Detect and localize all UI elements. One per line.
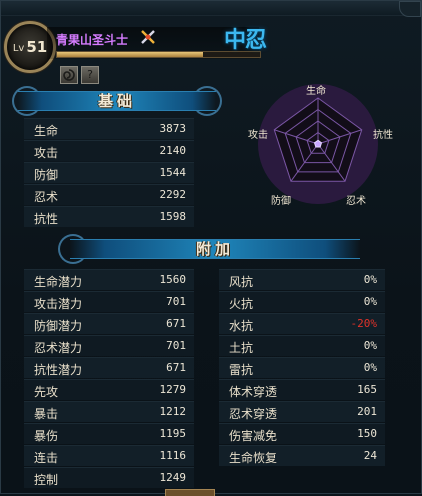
stat-row: 生命 3873 [24, 118, 194, 139]
stat-value: 701 [166, 339, 186, 352]
extra-left-stats-table: 生命潜力 1560 攻击潜力 701 防御潜力 671 忍术潜力 701 抗性潜力 671 先攻 12… [24, 269, 194, 489]
radar-axis-label: 忍术 [346, 196, 366, 207]
stat-label: 攻击 [34, 146, 59, 160]
stat-label: 生命 [34, 124, 59, 138]
stat-value: 671 [166, 361, 186, 374]
stat-row: 生命恢复 24 [219, 445, 385, 466]
stat-value: 1249 [159, 471, 187, 484]
stat-value: 3873 [159, 122, 187, 135]
stat-row: 连击 1116 [24, 445, 194, 466]
stat-label: 火抗 [229, 297, 254, 311]
stat-row: 攻击潜力 701 [24, 291, 194, 312]
stat-value: 2140 [159, 144, 187, 157]
stat-label: 攻击潜力 [34, 297, 83, 311]
stat-label: 忍术潜力 [34, 341, 83, 355]
stat-value: 0% [363, 273, 377, 286]
stat-label: 体术穿透 [229, 385, 278, 399]
level-value: 51 [26, 38, 48, 56]
stat-row: 抗性 1598 [24, 206, 194, 227]
extra-section-header: 附加 [58, 234, 360, 264]
stat-value: -20% [350, 317, 378, 330]
stat-row: 风抗 0% [219, 269, 385, 290]
stat-row: 防御潜力 671 [24, 313, 194, 334]
stat-value: 1279 [159, 383, 187, 396]
stat-value: 1195 [159, 427, 187, 440]
stat-label: 风抗 [229, 275, 254, 289]
radar-axis-label: 抗性 [373, 130, 393, 141]
experience-bar-fill [57, 52, 204, 57]
panel-corner [399, 1, 421, 17]
level-label: Lv [12, 43, 25, 54]
stat-row: 生命潜力 1560 [24, 269, 194, 290]
stat-label: 抗性 [34, 212, 59, 226]
stat-row: 土抗 0% [219, 335, 385, 356]
stat-label: 控制 [34, 473, 59, 487]
rank-title: 中忍 [224, 27, 267, 53]
stat-row: 忍术潜力 701 [24, 335, 194, 356]
stat-label: 生命恢复 [229, 451, 278, 465]
stat-value: 1560 [159, 273, 187, 286]
stat-value: 24 [363, 449, 377, 462]
stat-row: 水抗 -20% [219, 313, 385, 334]
stat-label: 暴击 [34, 407, 59, 421]
stat-value: 0% [363, 295, 377, 308]
attribute-radar [240, 80, 410, 208]
stat-value: 0% [363, 361, 377, 374]
character-name: 青果山圣斗士 [56, 33, 129, 47]
stat-label: 连击 [34, 451, 59, 465]
stat-row: 火抗 0% [219, 291, 385, 312]
stat-row: 攻击 2140 [24, 140, 194, 161]
stat-row: 暴伤 1195 [24, 423, 194, 444]
stat-label: 雷抗 [229, 363, 254, 377]
stat-row: 先攻 1279 [24, 379, 194, 400]
stat-label: 忍术穿透 [229, 407, 278, 421]
stat-label: 防御潜力 [34, 319, 83, 333]
bottom-tab[interactable] [165, 489, 215, 496]
stat-label: 伤害减免 [229, 429, 278, 443]
stat-label: 生命潜力 [34, 275, 83, 289]
stat-row: 暴击 1212 [24, 401, 194, 422]
radar-chart [258, 84, 378, 204]
stat-value: 150 [357, 427, 377, 440]
stat-value: 1116 [159, 449, 187, 462]
swirl-icon[interactable] [60, 66, 78, 84]
radar-axis-label: 防御 [271, 196, 291, 207]
basic-stats-table: 生命 3873 攻击 2140 防御 1544 忍术 2292 抗性 1598 [24, 118, 194, 228]
stat-label: 忍术 [34, 190, 59, 204]
crossed-swords-icon [141, 30, 155, 44]
stat-row: 抗性潜力 671 [24, 357, 194, 378]
stat-value: 701 [166, 295, 186, 308]
stat-label: 先攻 [34, 385, 59, 399]
extra-section-title: 附加 [195, 240, 234, 258]
stat-label: 抗性潜力 [34, 363, 83, 377]
stat-value: 165 [357, 383, 377, 396]
stat-value: 1212 [159, 405, 187, 418]
extra-right-stats-table: 风抗 0% 火抗 0% 水抗 -20% 土抗 0% 雷抗 0% 体术穿透 165 忍术穿透 201 伤害减免… [219, 269, 385, 467]
stat-row: 体术穿透 165 [219, 379, 385, 400]
stat-value: 671 [166, 317, 186, 330]
stat-row: 忍术穿透 201 [219, 401, 385, 422]
stat-row: 忍术 2292 [24, 184, 194, 205]
stat-label: 暴伤 [34, 429, 59, 443]
stat-row: 防御 1544 [24, 162, 194, 183]
radar-axis-label: 攻击 [248, 130, 268, 141]
help-scroll-icon[interactable]: ? [81, 66, 99, 84]
stat-value: 1598 [159, 210, 187, 223]
stat-label: 防御 [34, 168, 59, 182]
stat-value: 1544 [159, 166, 187, 179]
radar-axis-label: 生命 [306, 86, 326, 97]
basic-section-header: 基础 [12, 86, 222, 116]
basic-section-title: 基础 [97, 92, 136, 110]
stat-value: 201 [357, 405, 377, 418]
stat-label: 土抗 [229, 341, 254, 355]
stat-value: 2292 [159, 188, 187, 201]
stat-row: 控制 1249 [24, 467, 194, 488]
stat-row: 雷抗 0% [219, 357, 385, 378]
stat-value: 0% [363, 339, 377, 352]
stat-label: 水抗 [229, 319, 254, 333]
stat-row: 伤害减免 150 [219, 423, 385, 444]
